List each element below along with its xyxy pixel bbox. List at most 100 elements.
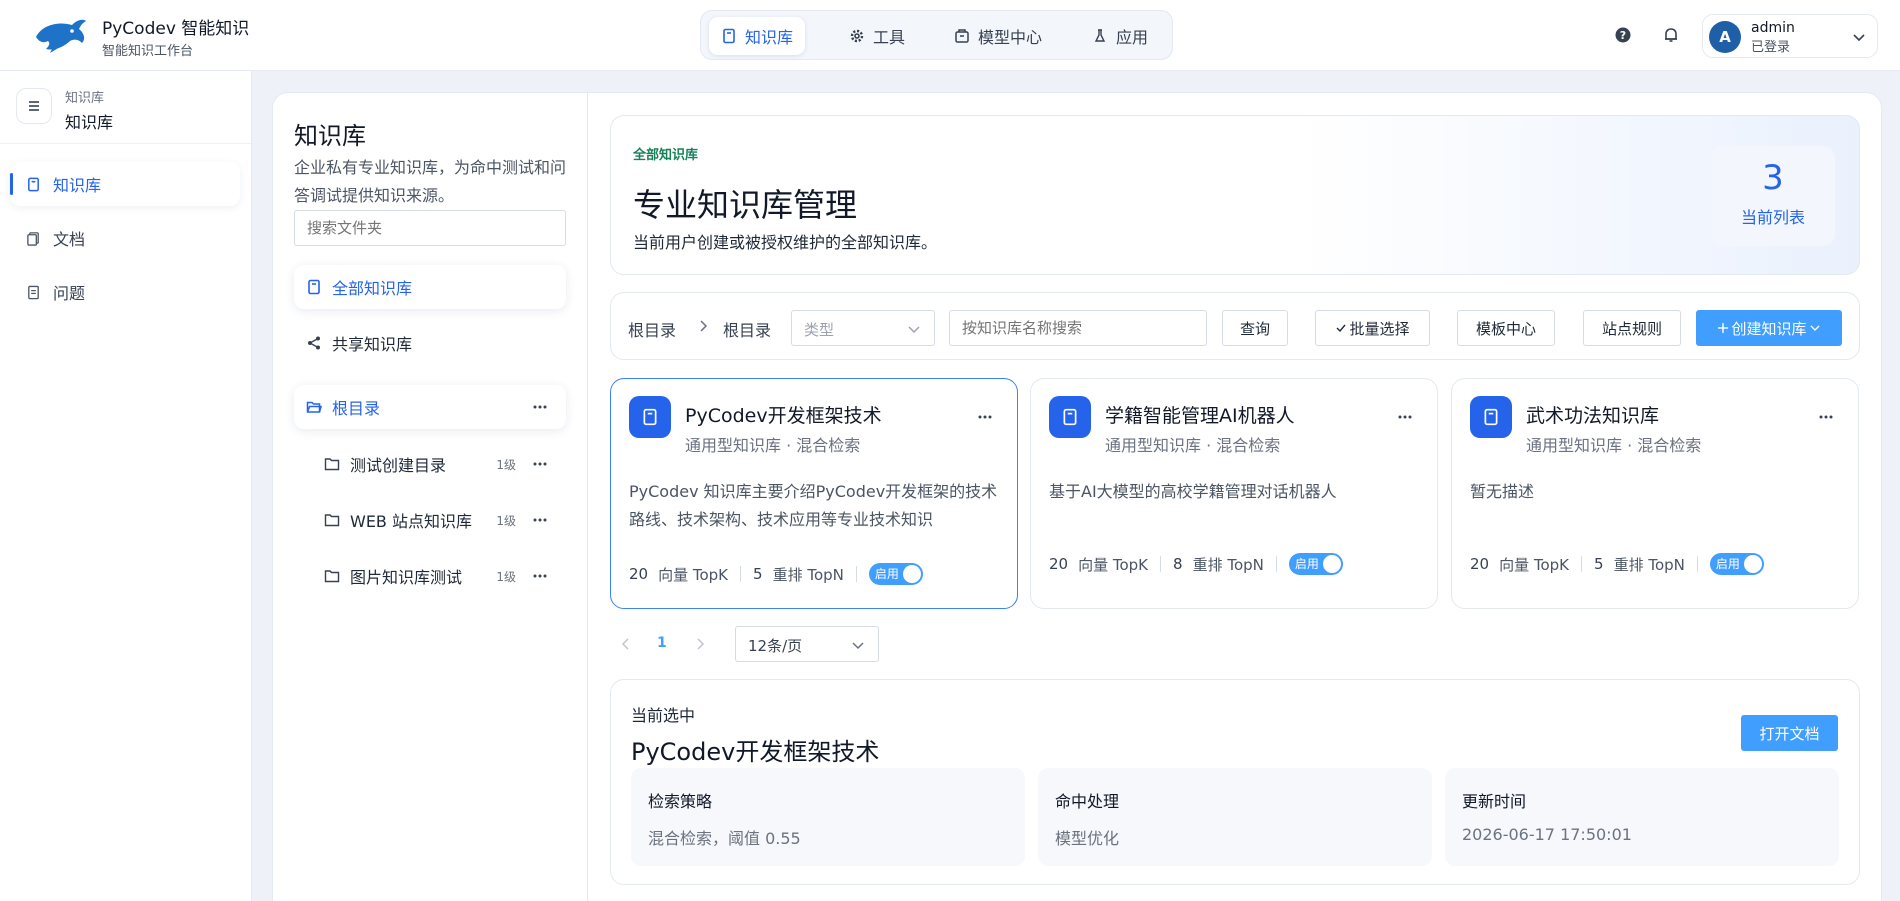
divider <box>1581 556 1583 572</box>
query-button[interactable]: 查询 <box>1222 310 1288 346</box>
main-nav: 知识库 工具 模型中心 应用 <box>700 10 1173 60</box>
toolbar: 根目录 根目录 类型 查询 批量选择 模板中心 站点规则 创建知识库 <box>610 292 1860 360</box>
card-description: PyCodev 知识库主要介绍PyCodev开发框架的技术路线、技术架构、技术应… <box>629 482 998 529</box>
pagination: 1 <box>610 626 717 662</box>
document-icon <box>27 231 39 246</box>
create-knowledge-button[interactable]: 创建知识库 <box>1696 310 1842 346</box>
topk-value: 20 <box>1049 555 1069 573</box>
topn-value: 8 <box>1173 555 1183 573</box>
breadcrumb-root[interactable]: 根目录 <box>628 317 676 341</box>
flask-icon <box>1094 29 1106 42</box>
enable-toggle[interactable]: 启用 <box>1288 553 1343 575</box>
topk-label: 向量 TopK <box>658 565 729 584</box>
folder-all-knowledge[interactable]: 全部知识库 <box>294 265 566 309</box>
sidebar-item-documents[interactable]: 文档 <box>10 216 240 260</box>
detail-label: 当前选中 <box>631 706 696 725</box>
page-title: 专业知识库管理 <box>633 186 858 224</box>
hero-tag: 全部知识库 <box>633 148 699 163</box>
knowledge-count-label: 当前列表 <box>1740 208 1805 227</box>
menu-toggle-button[interactable] <box>16 88 52 124</box>
folder-icon <box>324 570 340 583</box>
detail-title: PyCodev开发框架技术 <box>631 738 880 766</box>
card-description: 基于AI大模型的高校学籍管理对话机器人 <box>1049 482 1337 501</box>
more-icon[interactable] <box>532 399 548 415</box>
help-icon[interactable]: ? <box>1614 26 1632 44</box>
bell-icon[interactable] <box>1662 26 1680 44</box>
template-center-button[interactable]: 模板中心 <box>1457 310 1555 346</box>
share-icon <box>308 336 320 350</box>
open-document-button[interactable]: 打开文档 <box>1741 715 1838 751</box>
current-page[interactable]: 1 <box>657 635 667 651</box>
knowledge-base-icon <box>1049 396 1091 438</box>
nav-tab-knowledge[interactable]: 知识库 <box>709 17 806 55</box>
card-title: 学籍智能管理AI机器人 <box>1105 405 1295 427</box>
folder-icon <box>324 458 340 471</box>
folder-item[interactable]: 图片知识库测试 1级 <box>314 556 566 596</box>
batch-select-button[interactable]: 批量选择 <box>1315 310 1430 346</box>
divider <box>1160 556 1162 572</box>
chevron-down-icon <box>1810 325 1819 331</box>
user-menu[interactable]: A admin 已登录 <box>1702 14 1878 58</box>
folder-shared-knowledge[interactable]: 共享知识库 <box>294 321 566 365</box>
check-icon <box>1336 324 1347 333</box>
card-title: 武术功法知识库 <box>1526 405 1660 427</box>
dolphin-logo <box>36 19 86 53</box>
folder-search-input[interactable] <box>294 210 566 246</box>
divider <box>1275 556 1277 572</box>
more-icon[interactable] <box>532 456 548 472</box>
knowledge-base-icon <box>629 396 671 438</box>
knowledge-count: 3 <box>1762 158 1784 198</box>
knowledge-search-input[interactable] <box>949 310 1207 346</box>
type-select[interactable]: 类型 <box>791 310 935 346</box>
folder-panel-title: 知识库 <box>294 122 366 150</box>
folder-panel-description: 企业私有专业知识库，为命中测试和问答调试提供知识来源。 <box>294 158 567 205</box>
enable-toggle[interactable]: 启用 <box>868 563 923 585</box>
breadcrumb-current: 根目录 <box>723 321 772 340</box>
plus-icon <box>1718 323 1729 333</box>
enable-toggle[interactable]: 启用 <box>1709 553 1764 575</box>
book-icon <box>308 279 320 295</box>
more-icon[interactable] <box>1818 409 1834 425</box>
folder-root[interactable]: 根目录 <box>294 385 566 429</box>
avatar: A <box>1709 21 1741 53</box>
knowledge-card[interactable]: 学籍智能管理AI机器人 通用型知识库 · 混合检索 基于AI大模型的高校学籍管理… <box>1030 378 1438 609</box>
chevron-left-icon[interactable] <box>618 636 634 652</box>
chevron-down-icon <box>852 642 864 650</box>
info-updated-time: 更新时间 2026-06-17 17:50:01 <box>1445 768 1839 866</box>
sidebar-item-questions[interactable]: 问题 <box>10 270 240 314</box>
knowledge-base-icon <box>1470 396 1512 438</box>
folder-item[interactable]: 测试创建目录 1级 <box>314 444 566 484</box>
folder-item[interactable]: WEB 站点知识库 1级 <box>314 500 566 540</box>
topn-value: 5 <box>1594 555 1604 573</box>
book-icon <box>723 28 735 44</box>
sidebar: 知识库 知识库 知识库 文档 问题 <box>0 71 252 901</box>
nav-tab-tools[interactable]: 工具 <box>837 17 917 55</box>
card-stats: 20 向量 TopK 5 重排 TopN 启用 <box>1470 553 1764 575</box>
folder-level: 1级 <box>496 514 516 528</box>
menu-icon <box>29 101 39 111</box>
nav-tab-apps[interactable]: 应用 <box>1080 17 1160 55</box>
nav-tab-model-center[interactable]: 模型中心 <box>942 17 1054 55</box>
site-rules-button[interactable]: 站点规则 <box>1583 310 1681 346</box>
sidebar-item-knowledge[interactable]: 知识库 <box>10 162 240 206</box>
topn-value: 5 <box>753 565 763 583</box>
knowledge-card[interactable]: 武术功法知识库 通用型知识库 · 混合检索 暂无描述 20 向量 TopK 5 … <box>1451 378 1859 609</box>
knowledge-card[interactable]: PyCodev开发框架技术 通用型知识库 · 混合检索 PyCodev 知识库主… <box>610 378 1018 609</box>
topk-value: 20 <box>1470 555 1490 573</box>
more-icon[interactable] <box>977 409 993 425</box>
divider <box>1696 556 1698 572</box>
folder-open-icon <box>306 401 322 413</box>
topn-label: 重排 TopN <box>1192 555 1264 574</box>
book-icon <box>28 177 39 191</box>
more-icon[interactable] <box>1397 409 1413 425</box>
sidebar-breadcrumb: 知识库 <box>65 91 105 106</box>
topn-label: 重排 TopN <box>772 565 844 584</box>
more-icon[interactable] <box>532 512 548 528</box>
page-description: 当前用户创建或被授权维护的全部知识库。 <box>633 233 938 252</box>
user-name: admin <box>1751 20 1795 36</box>
top-bar: PyCodev 智能知识 智能知识工作台 知识库 工具 模型中心 应用 ? A … <box>0 0 1900 71</box>
chevron-right-icon[interactable] <box>692 636 708 652</box>
more-icon[interactable] <box>532 568 548 584</box>
page-size-select[interactable]: 12条/页 <box>735 626 879 662</box>
app-title: PyCodev 智能知识 <box>102 19 250 39</box>
